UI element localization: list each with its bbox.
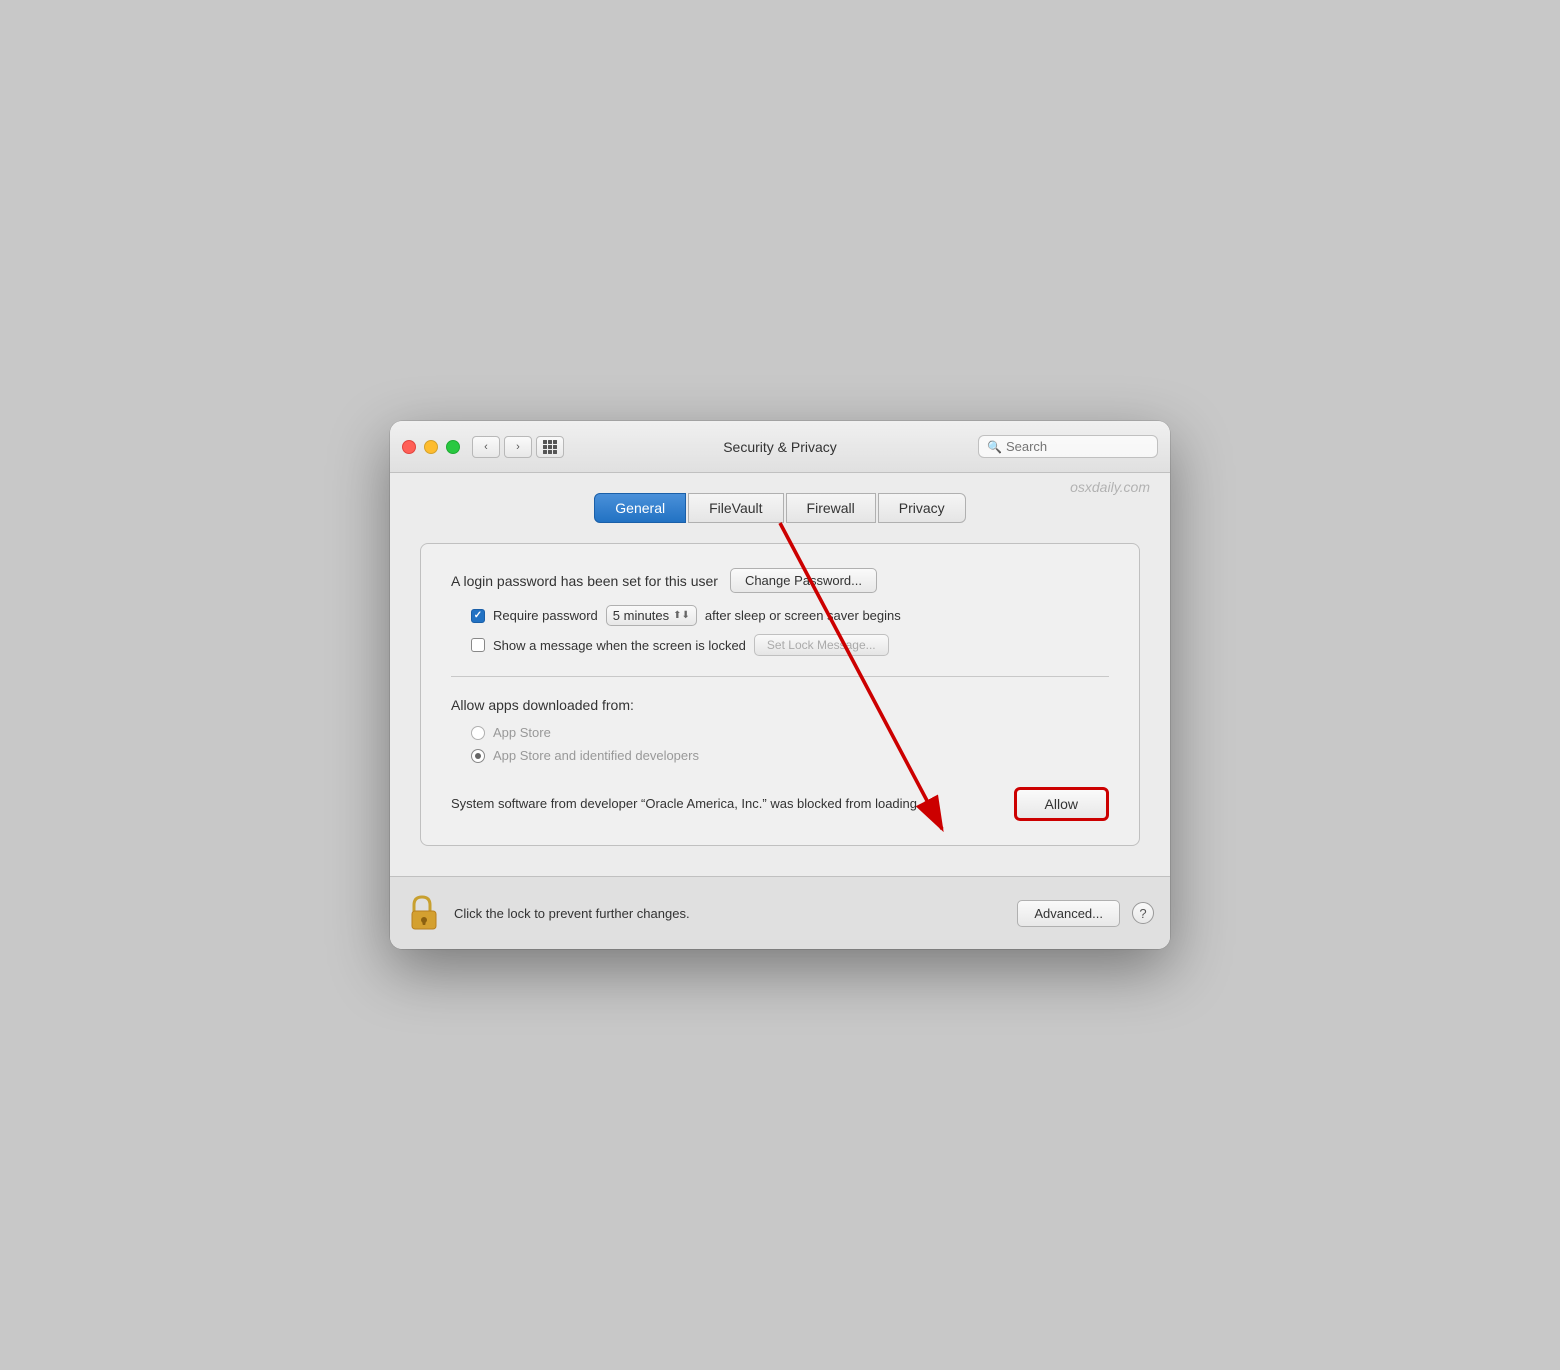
app-store-identified-radio-row: App Store and identified developers — [471, 748, 1109, 763]
nav-buttons: ‹ › — [472, 436, 532, 458]
security-privacy-window: ‹ › Security & Privacy 🔍 osxdaily.com Ge… — [390, 421, 1170, 949]
show-message-label: Show a message when the screen is locked — [493, 638, 746, 653]
maximize-button[interactable] — [446, 440, 460, 454]
advanced-button[interactable]: Advanced... — [1017, 900, 1120, 927]
tab-bar: General FileVault Firewall Privacy — [420, 493, 1140, 523]
checkmark-icon: ✓ — [474, 610, 482, 621]
back-button[interactable]: ‹ — [472, 436, 500, 458]
require-password-row: ✓ Require password 5 minutes ⬆⬇ after sl… — [471, 605, 1109, 626]
window-title: Security & Privacy — [723, 439, 837, 455]
radio-selected-indicator — [475, 753, 481, 759]
password-time-value: 5 minutes — [613, 608, 669, 623]
oracle-blocked-section: System software from developer “Oracle A… — [451, 779, 1109, 821]
require-password-label: Require password — [493, 608, 598, 623]
section-separator — [451, 676, 1109, 677]
grid-icon — [543, 440, 557, 454]
login-password-row: A login password has been set for this u… — [451, 568, 1109, 593]
allow-apps-title: Allow apps downloaded from: — [451, 697, 1109, 713]
search-box[interactable]: 🔍 — [978, 435, 1158, 458]
oracle-blocked-text: System software from developer “Oracle A… — [451, 794, 998, 814]
minimize-button[interactable] — [424, 440, 438, 454]
tab-filevault[interactable]: FileVault — [688, 493, 783, 523]
lock-status-text: Click the lock to prevent further change… — [454, 906, 1005, 921]
app-store-radio-row: App Store — [471, 725, 1109, 740]
search-input[interactable] — [1006, 439, 1149, 454]
app-store-identified-radio[interactable] — [471, 749, 485, 763]
close-button[interactable] — [402, 440, 416, 454]
app-store-identified-label: App Store and identified developers — [493, 748, 699, 763]
forward-button[interactable]: › — [504, 436, 532, 458]
settings-panel: A login password has been set for this u… — [420, 543, 1140, 846]
traffic-lights — [402, 440, 460, 454]
login-password-text: A login password has been set for this u… — [451, 573, 718, 589]
require-password-checkbox[interactable]: ✓ — [471, 609, 485, 623]
allow-apps-section: Allow apps downloaded from: App Store Ap… — [451, 697, 1109, 763]
password-time-dropdown[interactable]: 5 minutes ⬆⬇ — [606, 605, 697, 626]
lock-icon-wrap — [406, 891, 442, 935]
dropdown-arrows-icon: ⬆⬇ — [673, 610, 690, 621]
set-lock-message-button[interactable]: Set Lock Message... — [754, 634, 889, 656]
titlebar: ‹ › Security & Privacy 🔍 — [390, 421, 1170, 473]
tab-general[interactable]: General — [594, 493, 686, 523]
show-message-row: Show a message when the screen is locked… — [471, 634, 1109, 656]
show-message-checkbox[interactable] — [471, 638, 485, 652]
tab-firewall[interactable]: Firewall — [786, 493, 876, 523]
grid-view-button[interactable] — [536, 436, 564, 458]
login-password-section: A login password has been set for this u… — [451, 568, 1109, 656]
allow-button[interactable]: Allow — [1014, 787, 1109, 821]
search-icon: 🔍 — [987, 440, 1002, 454]
app-store-label: App Store — [493, 725, 551, 740]
watermark: osxdaily.com — [1070, 479, 1150, 495]
help-button[interactable]: ? — [1132, 902, 1154, 924]
bottom-bar: Click the lock to prevent further change… — [390, 876, 1170, 949]
tab-privacy[interactable]: Privacy — [878, 493, 966, 523]
lock-icon — [408, 893, 440, 933]
app-store-radio[interactable] — [471, 726, 485, 740]
change-password-button[interactable]: Change Password... — [730, 568, 877, 593]
content-area: General FileVault Firewall Privacy A log… — [390, 473, 1170, 876]
require-password-suffix: after sleep or screen saver begins — [705, 608, 901, 623]
